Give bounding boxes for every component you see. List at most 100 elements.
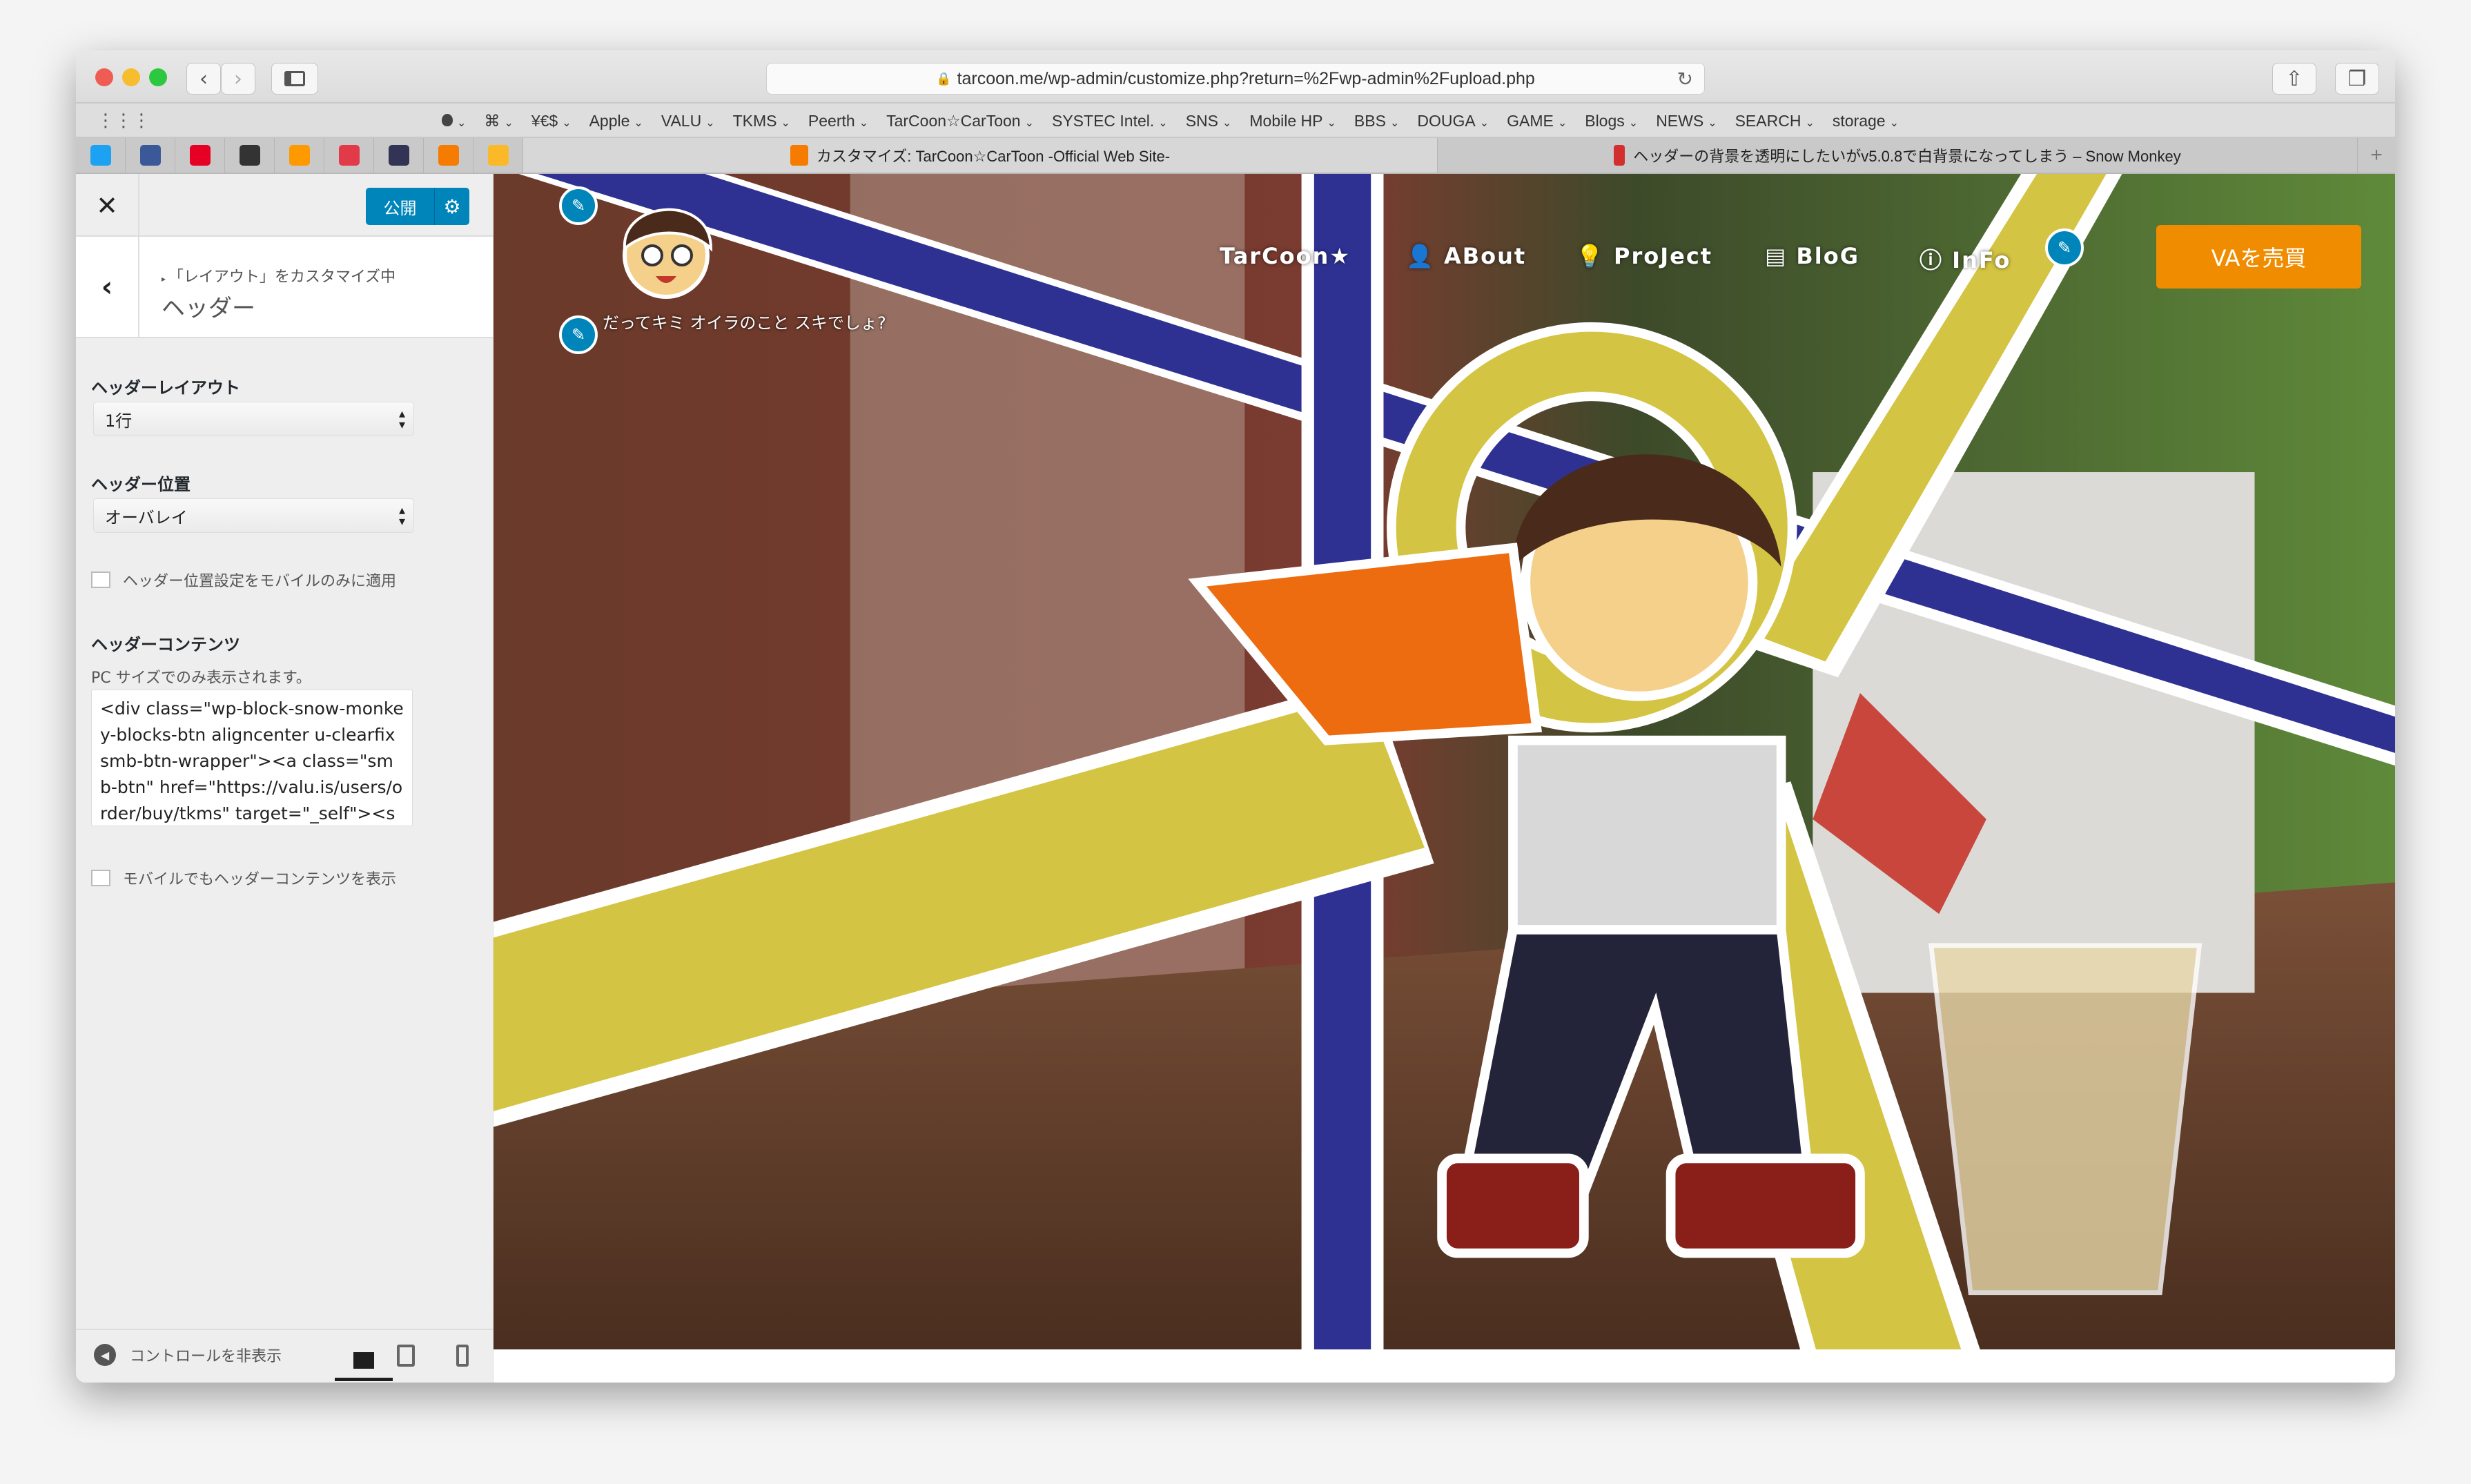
pinned-tab[interactable]	[126, 138, 175, 173]
publish-group: 公開 ⚙	[366, 188, 469, 225]
close-customizer-button[interactable]: ✕	[76, 174, 139, 237]
back-button[interactable]: ‹	[76, 237, 139, 337]
pinned-tab[interactable]	[225, 138, 275, 173]
logo-character-icon	[623, 208, 713, 299]
share-button[interactable]: ⇧	[2272, 63, 2316, 95]
breadcrumb: ▸ 「レイアウト」をカスタマイズ中	[162, 269, 396, 286]
header-position-label: ヘッダー位置	[91, 475, 191, 494]
chevron-down-icon: ⌄	[1628, 117, 1639, 129]
chevron-down-icon: ⌄	[457, 117, 467, 129]
header-layout-label: ヘッダーレイアウト	[91, 378, 240, 398]
tab-customize[interactable]: カスタマイズ: TarCoon☆CarToon -Official Web Si…	[523, 138, 1438, 173]
va-trade-button[interactable]: VAを売買	[2156, 225, 2361, 289]
reload-icon[interactable]: ↻	[1677, 68, 1693, 90]
header-content-textarea[interactable]: <div class="wp-block-snow-monkey-blocks-…	[91, 690, 413, 826]
new-tab-button[interactable]: +	[2358, 138, 2395, 173]
address-bar[interactable]: 🔒 tarcoon.me/wp-admin/customize.php?retu…	[766, 63, 1705, 95]
publish-settings-button[interactable]: ⚙	[435, 188, 469, 225]
zoom-window-button[interactable]	[149, 68, 167, 86]
bookmark-folder[interactable]: GAME ⌄	[1507, 112, 1567, 130]
chevron-down-icon: ⌄	[1889, 117, 1899, 129]
bookmark-label: Mobile HP	[1249, 111, 1323, 130]
bookmark-folder[interactable]: ⌘ ⌄	[484, 112, 513, 130]
bookmark-folder[interactable]: BBS ⌄	[1354, 112, 1399, 130]
pinned-tab[interactable]	[76, 138, 126, 173]
bookmark-folder[interactable]: DOUGA ⌄	[1417, 112, 1489, 130]
bookmark-folder[interactable]: SNS ⌄	[1186, 112, 1232, 130]
bookmark-folder[interactable]: Peerth ⌄	[808, 112, 868, 130]
site-logo[interactable]	[607, 186, 725, 308]
bookmark-folder[interactable]: Blogs ⌄	[1585, 112, 1638, 130]
edit-logo-button[interactable]: ✎	[559, 186, 598, 225]
device-desktop-button[interactable]	[335, 1343, 393, 1381]
pinned-tab[interactable]	[175, 138, 225, 173]
publish-button[interactable]: 公開	[366, 188, 435, 225]
bookmark-folder[interactable]: NEWS ⌄	[1656, 112, 1717, 130]
bookmark-folder[interactable]: storage ⌄	[1833, 112, 1899, 130]
mobile-icon	[456, 1345, 469, 1367]
device-mobile-button[interactable]	[449, 1343, 476, 1369]
bookmark-folder[interactable]: SEARCH ⌄	[1735, 112, 1815, 130]
pinterest-icon	[189, 145, 211, 166]
back-button[interactable]: ‹	[186, 63, 221, 95]
section-title: ヘッダー	[162, 295, 255, 322]
chevron-down-icon: ⌄	[1389, 117, 1400, 129]
pinned-tab[interactable]	[324, 138, 374, 173]
section-header: ‹ ▸ 「レイアウト」をカスタマイズ中 ヘッダー	[76, 237, 493, 338]
bookmark-label: BBS	[1354, 111, 1386, 130]
edit-header-content-button[interactable]: ✎	[2045, 228, 2084, 267]
nav-item-blog[interactable]: ▤ BloG	[1765, 243, 1859, 269]
facebook-icon	[139, 145, 161, 166]
checkbox-box[interactable]	[91, 572, 110, 588]
snow-monkey-favicon-icon	[1614, 145, 1625, 166]
header-position-select[interactable]: オーバレイ ▴ ▾	[93, 498, 414, 533]
chevron-down-icon: ⌄	[1222, 117, 1232, 129]
lightbulb-icon: 💡	[1576, 243, 1614, 269]
select-arrows-icon: ▴ ▾	[398, 407, 405, 432]
header-layout-select[interactable]: 1行 ▴ ▾	[93, 402, 414, 436]
nav-item-project[interactable]: 💡 ProJect	[1576, 243, 1712, 269]
show-mobile-checkbox[interactable]: モバイルでもヘッダーコンテンツを表示	[91, 867, 396, 889]
chevron-down-icon: ⌄	[781, 117, 790, 129]
chevron-down-icon: ⌄	[1327, 117, 1336, 129]
twitter-icon	[90, 145, 111, 166]
nav-item-about[interactable]: 👤 ABout	[1406, 243, 1526, 269]
pinned-tab[interactable]	[275, 138, 324, 173]
bookmark-folder[interactable]: TarCoon☆CarToon ⌄	[886, 112, 1034, 130]
bookmark-label: VALU	[661, 111, 702, 130]
close-window-button[interactable]	[95, 68, 113, 86]
bookmark-folder[interactable]: VALU ⌄	[661, 112, 715, 130]
bookmark-folder[interactable]: Apple ⌄	[589, 112, 643, 130]
shield-icon	[438, 145, 459, 166]
nav-item-info[interactable]: ⓘ InFo	[1920, 243, 2011, 275]
select-value: オーバレイ	[105, 507, 188, 527]
bookmark-folder[interactable]: Mobile HP ⌄	[1249, 112, 1336, 130]
device-tablet-button[interactable]	[392, 1343, 420, 1369]
sidebar-toggle-button[interactable]	[271, 63, 318, 95]
bookmark-label: SNS	[1185, 111, 1218, 130]
bookmark-folder[interactable]: SYSTEC Intel. ⌄	[1052, 112, 1168, 130]
bookmark-folder[interactable]: ¥€$ ⌄	[531, 112, 572, 130]
header-content-label: ヘッダーコンテンツ	[91, 635, 240, 654]
chevron-down-icon: ⌄	[1158, 117, 1168, 129]
bookmark-folder[interactable]: TKMS ⌄	[733, 112, 790, 130]
mobile-only-checkbox[interactable]: ヘッダー位置設定をモバイルのみに適用	[91, 569, 396, 591]
bookmark-folder[interactable]: ⌄	[442, 112, 466, 130]
share-icon: ⇧	[2285, 66, 2303, 91]
pinned-tab[interactable]	[374, 138, 424, 173]
pinned-tab[interactable]	[424, 138, 473, 173]
hide-controls-button[interactable]: ◀ コントロールを非表示	[94, 1344, 282, 1366]
tab-snow-monkey[interactable]: ヘッダーの背景を透明にしたいがv5.0.8で白背景になってしまう – Snow …	[1438, 138, 2358, 173]
show-tabs-button[interactable]: ❐	[2335, 63, 2379, 95]
minimize-window-button[interactable]	[122, 68, 140, 86]
forward-button[interactable]: ›	[221, 63, 255, 95]
collapse-icon: ◀	[94, 1344, 116, 1366]
bookmark-label: Peerth	[808, 111, 855, 130]
nav-item-home[interactable]: TarCoon★	[1220, 243, 1351, 269]
checkbox-box[interactable]	[91, 870, 110, 886]
edit-tagline-button[interactable]: ✎	[559, 315, 598, 354]
valu-icon	[487, 145, 509, 166]
pinned-tab[interactable]	[473, 138, 523, 173]
grid-icon[interactable]: ⋮⋮⋮	[97, 110, 150, 131]
checkbox-label: ヘッダー位置設定をモバイルのみに適用	[123, 573, 397, 590]
